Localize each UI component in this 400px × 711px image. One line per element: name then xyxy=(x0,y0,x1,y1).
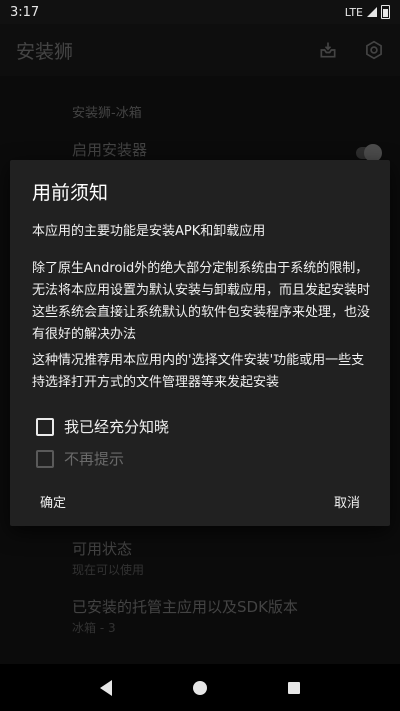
dialog-message-1: 本应用的主要功能是安装APK和卸载应用 xyxy=(32,224,266,239)
dialog-title: 用前须知 xyxy=(32,182,109,204)
status-icons: LTE xyxy=(345,5,390,19)
lte-icon: LTE xyxy=(344,5,363,19)
cancel-button[interactable]: 取消 xyxy=(330,490,364,513)
recents-icon[interactable] xyxy=(287,681,300,694)
ok-button[interactable]: 确定 xyxy=(36,490,70,513)
dialog-message-3: 这种情况推荐用本应用内的'选择文件安装'功能或用一些支持选择打开方式的文件管理器… xyxy=(32,353,365,390)
back-icon[interactable] xyxy=(100,679,113,696)
battery-icon xyxy=(381,5,390,19)
status-bar: 3:17 LTE xyxy=(0,0,400,24)
home-icon[interactable] xyxy=(192,680,207,695)
navigation-bar xyxy=(0,664,400,711)
no-remind-label: 不再提示 xyxy=(64,450,125,468)
no-remind-checkbox xyxy=(36,449,54,468)
no-remind-checkbox-row: 不再提示 xyxy=(36,448,124,469)
signal-icon xyxy=(367,7,377,17)
status-time: 3:17 xyxy=(10,4,40,20)
dialog-message-2: 除了原生Android外的绝大部分定制系统由于系统的限制，无法将本应用设置为默认… xyxy=(32,261,371,342)
acknowledge-checkbox-row[interactable]: 我已经充分知晓 xyxy=(36,416,169,437)
notice-dialog: 用前须知 本应用的主要功能是安装APK和卸载应用 除了原生Android外的绝大… xyxy=(10,160,390,526)
acknowledge-label[interactable]: 我已经充分知晓 xyxy=(64,416,169,437)
acknowledge-checkbox[interactable] xyxy=(36,417,54,436)
